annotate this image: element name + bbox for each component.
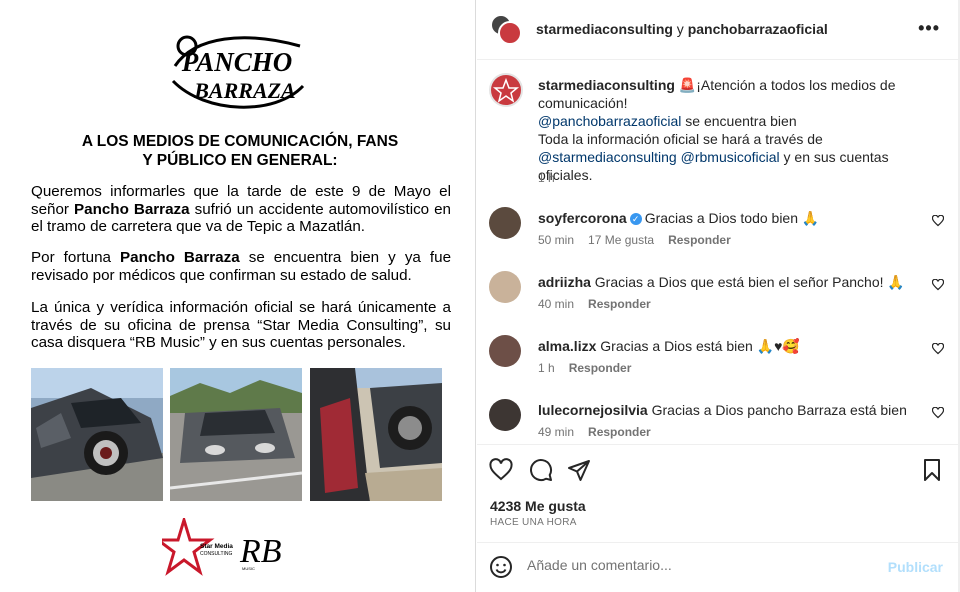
paragraph-accident: Queremos informarles que la tarde de est…: [31, 183, 451, 236]
actions-divider: [477, 444, 960, 445]
comment-body: Gracias a Dios que está bien el señor Pa…: [594, 274, 905, 290]
publish-button[interactable]: Publicar: [888, 559, 943, 575]
rb-music-logo: RB: [239, 533, 282, 570]
comment-username[interactable]: soyfercorona: [538, 210, 627, 226]
p2-name: Pancho Barraza: [120, 249, 240, 266]
mention-panchobarrazaoficial[interactable]: @panchobarrazaoficial: [538, 113, 681, 129]
post-authors: starmediaconsulting y panchobarrazaofici…: [536, 21, 828, 37]
post-timestamp: HACE UNA HORA: [490, 517, 577, 528]
mention-rbmusicoficial[interactable]: @rbmusicoficial: [681, 149, 780, 165]
comment-body: Gracias a Dios está bien 🙏♥🥰: [600, 338, 800, 354]
author-link-2[interactable]: panchobarrazaoficial: [688, 21, 828, 37]
rb-music-sub: MUSIC: [242, 566, 255, 571]
comment-meta: 49 min Responder: [538, 425, 665, 439]
comment-text: lulecornejosilvia Gracias a Dios pancho …: [538, 401, 918, 419]
comment-time: 50 min: [538, 233, 575, 247]
caption-username[interactable]: starmediaconsulting: [538, 77, 675, 93]
mention-starmediaconsulting[interactable]: @starmediaconsulting: [538, 149, 677, 165]
comment-item: soyfercorona ✓ Gracias a Dios todo bien 🙏 …: [477, 207, 960, 267]
paragraph-health: Por fortuna Pancho Barraza se encuentra …: [31, 249, 451, 284]
reply-button[interactable]: Responder: [668, 233, 731, 247]
comment-time: 1 h: [538, 361, 555, 375]
sponsor-logos: Star Media CONSULTING RB MUSIC: [162, 518, 282, 576]
comment-time: 49 min: [538, 425, 575, 439]
comment-body: Gracias a Dios pancho Barraza está bien: [651, 402, 907, 418]
comment-text: soyfercorona ✓ Gracias a Dios todo bien 🙏: [538, 209, 918, 227]
like-comment-heart-icon[interactable]: [932, 407, 944, 419]
reply-button[interactable]: Responder: [569, 361, 632, 375]
post-header: starmediaconsulting y panchobarrazaofici…: [477, 0, 960, 60]
caption-time: 1 h: [538, 171, 555, 185]
paragraph-official-info: La única y verídica información oficial …: [31, 299, 451, 351]
pancho-barraza-logo: PANCHO BARRAZA: [171, 35, 305, 109]
likes-count[interactable]: 4238 Me gusta: [490, 498, 586, 514]
caption-line-3: Toda la información oficial se hará a tr…: [538, 131, 823, 147]
comment-avatar[interactable]: [489, 207, 521, 239]
comment-username[interactable]: adriizha: [538, 274, 591, 290]
logo-text-1: PANCHO: [181, 47, 293, 77]
siren-icon: 🚨: [678, 77, 697, 93]
share-icon[interactable]: [567, 458, 591, 482]
announcement-headline: A LOS MEDIOS DE COMUNICACIÓN, FANS Y PÚB…: [40, 132, 440, 170]
comment-avatar[interactable]: [489, 335, 521, 367]
comment-avatar[interactable]: [489, 399, 521, 431]
comment-username[interactable]: alma.lizx: [538, 338, 596, 354]
comment-body: Gracias a Dios todo bien 🙏: [644, 210, 820, 226]
comment-text: adriizha Gracias a Dios que está bien el…: [538, 273, 918, 291]
heart-icon[interactable]: [489, 458, 513, 482]
comment-meta: 50 min 17 Me gusta Responder: [538, 233, 745, 247]
comment-meta: 40 min Responder: [538, 297, 665, 311]
comment-text: alma.lizx Gracias a Dios está bien 🙏♥🥰: [538, 337, 918, 355]
add-comment-bar: Publicar: [477, 542, 960, 592]
comment-meta: 1 h Responder: [538, 361, 645, 375]
emoji-icon[interactable]: [489, 555, 513, 579]
sponsor1-text-2: CONSULTING: [200, 551, 233, 557]
p1-name: Pancho Barraza: [74, 200, 190, 218]
reply-button[interactable]: Responder: [588, 297, 651, 311]
author-joiner: y: [672, 21, 688, 37]
headline-line-2: Y PÚBLICO EN GENERAL:: [142, 152, 338, 169]
comment-item: adriizha Gracias a Dios que está bien el…: [477, 271, 960, 331]
caption-avatar[interactable]: [489, 73, 523, 107]
verified-badge-icon: ✓: [629, 213, 642, 225]
comment-input[interactable]: [527, 557, 867, 573]
comment-likes[interactable]: 17 Me gusta: [588, 233, 654, 247]
reply-button[interactable]: Responder: [588, 425, 651, 439]
comment-avatar[interactable]: [489, 271, 521, 303]
headline-line-1: A LOS MEDIOS DE COMUNICACIÓN, FANS: [81, 133, 399, 150]
comment-time: 40 min: [538, 297, 575, 311]
like-comment-heart-icon[interactable]: [932, 215, 944, 227]
more-options-icon[interactable]: •••: [918, 18, 940, 39]
comment-item: lulecornejosilvia Gracias a Dios pancho …: [477, 399, 960, 459]
comment-item: alma.lizx Gracias a Dios está bien 🙏♥🥰 1…: [477, 335, 960, 395]
post-side-panel: starmediaconsulting y panchobarrazaofici…: [477, 0, 960, 592]
comment-icon[interactable]: [529, 458, 553, 482]
sponsor1-text-1: Star Media: [200, 543, 233, 550]
caption-line-2: se encuentra bien: [681, 113, 797, 129]
crash-photo-1: [31, 368, 163, 501]
author-link-1[interactable]: starmediaconsulting: [536, 21, 673, 37]
crash-photo-2: [170, 368, 302, 501]
comment-username[interactable]: lulecornejosilvia: [538, 402, 648, 418]
bookmark-icon[interactable]: [920, 458, 944, 482]
post-image[interactable]: PANCHO BARRAZA A LOS MEDIOS DE COMUNICAC…: [0, 0, 476, 592]
like-comment-heart-icon[interactable]: [932, 279, 944, 291]
post-caption: starmediaconsulting 🚨¡Atención a todos l…: [538, 76, 943, 184]
crash-photo-3: [310, 368, 442, 501]
like-comment-heart-icon[interactable]: [932, 343, 944, 355]
logo-text-2: BARRAZA: [193, 78, 295, 103]
p2-text-a: Por fortuna: [31, 249, 121, 266]
avatar-user2[interactable]: [498, 21, 522, 45]
